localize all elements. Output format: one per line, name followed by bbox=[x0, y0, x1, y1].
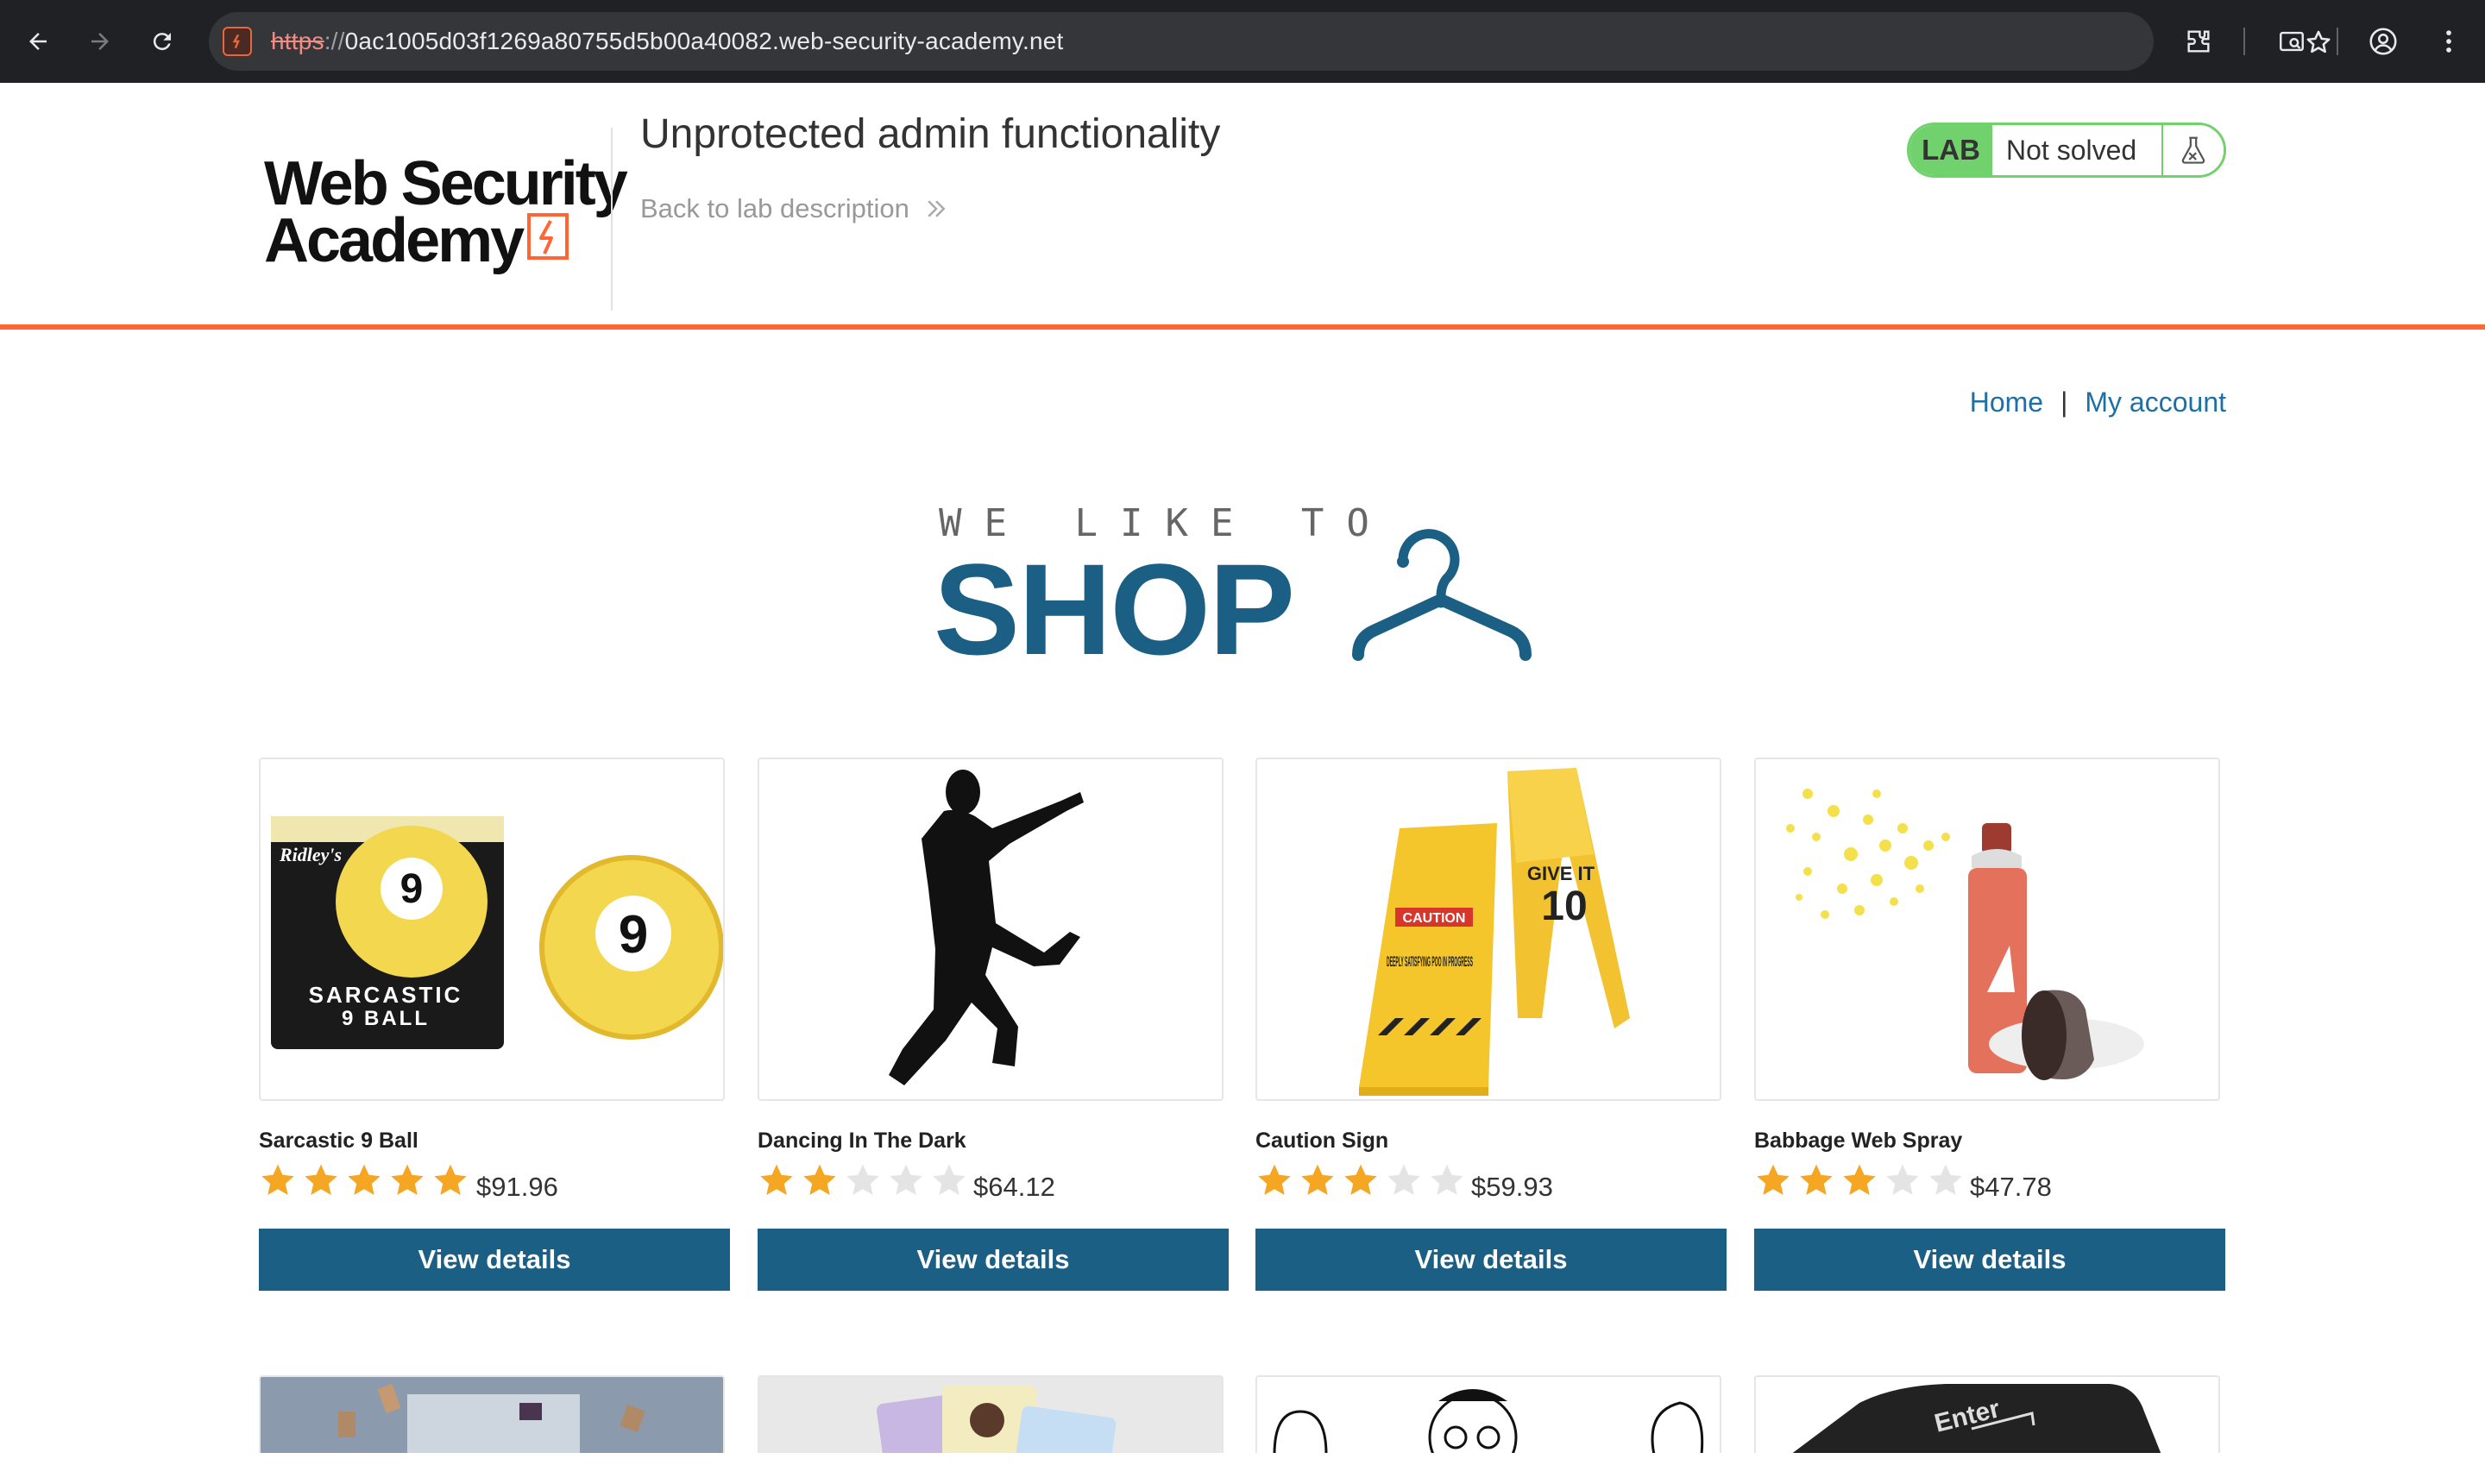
logo-line2: Academy bbox=[264, 206, 525, 275]
star-filled-icon bbox=[261, 1164, 294, 1196]
star-empty-icon bbox=[846, 1164, 879, 1196]
lab-status-text: Not solved bbox=[1992, 125, 2161, 175]
product-rating bbox=[1754, 1161, 1965, 1199]
nav-separator: | bbox=[2060, 386, 2068, 418]
box-ball-number: 9 bbox=[400, 866, 424, 912]
site-nav: Home | My account bbox=[1967, 383, 2226, 421]
faces-image bbox=[1273, 1389, 1704, 1453]
star-filled-icon bbox=[1301, 1164, 1334, 1196]
star-filled-icon bbox=[305, 1164, 337, 1196]
product-rating bbox=[1255, 1161, 1466, 1199]
sign-number-text: 10 bbox=[1541, 883, 1587, 929]
product-rating bbox=[259, 1161, 469, 1199]
box-title-text: SARCASTIC bbox=[309, 982, 463, 1008]
star-filled-icon bbox=[803, 1164, 836, 1196]
banner-shop-title: SHOP bbox=[934, 537, 1295, 682]
academy-logo[interactable]: Web Security Academy bbox=[259, 117, 628, 275]
star-filled-icon bbox=[1258, 1164, 1291, 1196]
header-divider bbox=[611, 128, 613, 311]
flying-books-image bbox=[261, 1377, 723, 1453]
star-empty-icon bbox=[1886, 1164, 1919, 1196]
box-subtitle-text: 9 BALL bbox=[342, 1007, 430, 1030]
lab-status-widget: LAB Not solved bbox=[1907, 123, 2226, 178]
lab-header: Web Security Academy Unprotected admin f… bbox=[0, 83, 2485, 330]
cards-image bbox=[759, 1377, 1222, 1453]
product-image[interactable]: GIVE IT 10 CAUTION DEEPLY SATISFYING POO… bbox=[1255, 758, 1721, 1101]
product-rating bbox=[758, 1161, 968, 1199]
product-image[interactable]: Enter bbox=[1754, 1375, 2220, 1453]
product-name: Caution Sign bbox=[1255, 1129, 1389, 1153]
dancing-silhouette-image bbox=[889, 770, 1084, 1085]
product-name: Sarcastic 9 Ball bbox=[259, 1129, 418, 1153]
view-details-button[interactable]: View details bbox=[1255, 1229, 1727, 1291]
coat-hanger-icon bbox=[1352, 529, 1532, 661]
product-image[interactable] bbox=[758, 758, 1224, 1101]
url-separator: :// bbox=[324, 28, 345, 54]
product-name: Dancing In The Dark bbox=[758, 1129, 966, 1153]
product-price: $47.78 bbox=[1970, 1172, 2052, 1202]
site-info-icon[interactable] bbox=[223, 27, 252, 56]
shop-banner: WE LIKE TO SHOP bbox=[932, 496, 1553, 674]
star-filled-icon bbox=[391, 1164, 424, 1196]
url-scheme: https bbox=[271, 28, 324, 54]
star-filled-icon bbox=[1843, 1164, 1876, 1196]
url-text[interactable]: https://0ac1005d03f1269a80755d5b00a40082… bbox=[271, 28, 1064, 55]
product-image[interactable] bbox=[1754, 758, 2220, 1101]
browser-toolbar: https://0ac1005d03f1269a80755d5b00a40082… bbox=[0, 0, 2485, 83]
product-image[interactable] bbox=[1255, 1375, 1721, 1453]
product-image[interactable] bbox=[259, 1375, 725, 1453]
tab-search-icon[interactable] bbox=[2273, 22, 2311, 60]
product-price: $59.93 bbox=[1471, 1172, 1553, 1202]
product-image[interactable] bbox=[758, 1375, 1224, 1453]
view-details-button[interactable]: View details bbox=[758, 1229, 1229, 1291]
star-empty-icon bbox=[1431, 1164, 1463, 1196]
lab-badge: LAB bbox=[1909, 125, 1992, 175]
back-link-label: Back to lab description bbox=[640, 193, 909, 223]
back-to-lab-description-link[interactable]: Back to lab description bbox=[640, 193, 949, 224]
profile-icon[interactable] bbox=[2364, 22, 2402, 60]
lab-title: Unprotected admin functionality bbox=[640, 111, 1221, 157]
sign-message-text: DEEPLY SATISFYING POO IN PROGRESS bbox=[1387, 953, 1473, 970]
star-filled-icon bbox=[1757, 1164, 1790, 1196]
double-chevron-right-icon bbox=[928, 200, 946, 217]
lightning-logo-icon bbox=[527, 213, 569, 260]
star-empty-icon bbox=[1387, 1164, 1420, 1196]
forward-arrow-icon[interactable] bbox=[79, 21, 121, 62]
enter-key-image: Enter bbox=[1792, 1384, 2161, 1453]
menu-kebab-icon[interactable] bbox=[2430, 22, 2468, 60]
product-price: $91.96 bbox=[476, 1172, 558, 1202]
star-empty-icon bbox=[1929, 1164, 1962, 1196]
address-bar[interactable]: https://0ac1005d03f1269a80755d5b00a40082… bbox=[209, 12, 2331, 71]
back-arrow-icon[interactable] bbox=[17, 21, 59, 62]
star-filled-icon bbox=[434, 1164, 467, 1196]
sign-caution-text: CAUTION bbox=[1403, 911, 1466, 926]
view-details-button[interactable]: View details bbox=[259, 1229, 730, 1291]
url-host: 0ac1005d03f1269a80755d5b00a40082.web-sec… bbox=[344, 28, 1064, 54]
flask-icon bbox=[2161, 125, 2224, 175]
toolbar-divider bbox=[2243, 28, 2245, 55]
star-filled-icon bbox=[348, 1164, 381, 1196]
extensions-icon[interactable] bbox=[2180, 22, 2218, 60]
nav-my-account-link[interactable]: My account bbox=[2085, 387, 2226, 418]
ball-number: 9 bbox=[619, 905, 648, 965]
caution-sign-image: GIVE IT 10 CAUTION DEEPLY SATISFYING POO… bbox=[1359, 768, 1630, 1096]
sign-give-text: GIVE IT bbox=[1527, 863, 1595, 884]
star-filled-icon bbox=[760, 1164, 793, 1196]
product-image[interactable]: Ridley's 9 SARCASTIC 9 BALL 9 bbox=[259, 758, 725, 1101]
view-details-button[interactable]: View details bbox=[1754, 1229, 2225, 1291]
box-brand-text: Ridley's bbox=[279, 844, 342, 865]
toolbar-divider bbox=[2337, 28, 2338, 55]
nav-home-link[interactable]: Home bbox=[1970, 387, 2043, 418]
product-name: Babbage Web Spray bbox=[1754, 1129, 1963, 1153]
star-empty-icon bbox=[890, 1164, 922, 1196]
sarcastic-9-ball-image: Ridley's 9 SARCASTIC 9 BALL 9 bbox=[271, 816, 723, 1049]
product-price: $64.12 bbox=[973, 1172, 1055, 1202]
star-filled-icon bbox=[1800, 1164, 1833, 1196]
web-spray-image bbox=[1786, 789, 2144, 1080]
reload-icon[interactable] bbox=[142, 21, 183, 62]
star-empty-icon bbox=[933, 1164, 966, 1196]
star-filled-icon bbox=[1344, 1164, 1377, 1196]
